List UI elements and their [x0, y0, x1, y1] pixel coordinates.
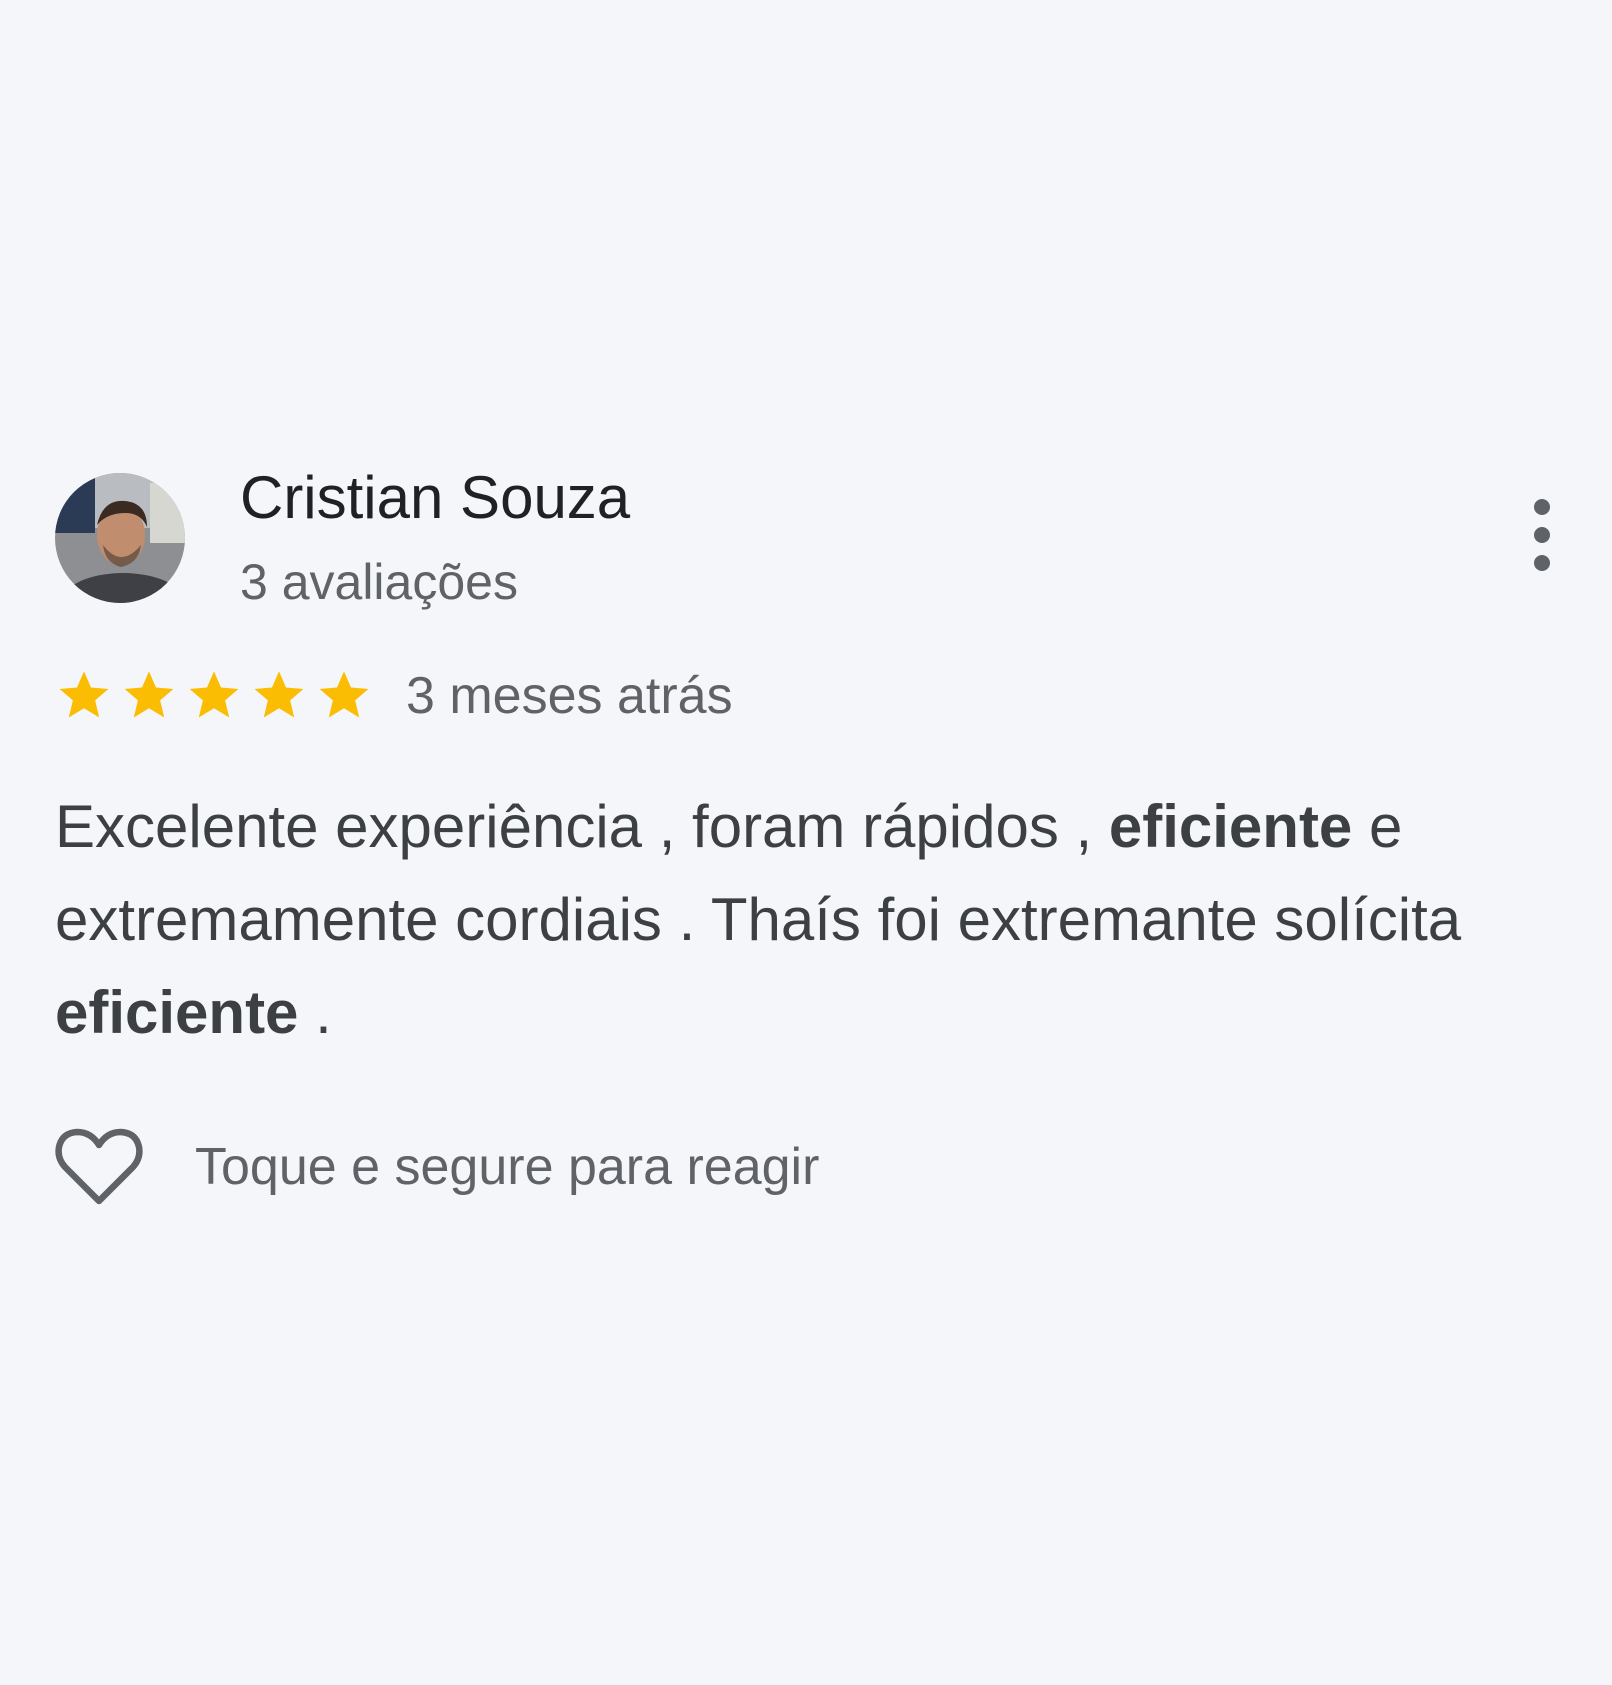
review-text-bold: eficiente	[1108, 793, 1353, 860]
review-card: Cristian Souza 3 avaliações 3 meses atrá…	[0, 0, 1612, 1685]
react-button[interactable]: Toque e segure para reagir	[55, 1122, 819, 1212]
star-icon	[254, 671, 304, 718]
reviewer-review-count[interactable]: 3 avaliações	[240, 552, 518, 612]
review-text-segment: .	[298, 979, 332, 1046]
avatar-photo	[55, 473, 185, 603]
more-vertical-icon	[1534, 499, 1550, 571]
review-date: 3 meses atrás	[406, 667, 733, 725]
review-text-bold: eficiente	[55, 979, 299, 1046]
review-text-segment: e	[1352, 793, 1403, 860]
review-text: Excelente experiência , foram rápidos , …	[55, 780, 1595, 1059]
star-icon	[319, 671, 369, 718]
more-options-button[interactable]	[1520, 492, 1564, 582]
star-icon	[189, 671, 239, 718]
heart-outline-icon	[55, 1128, 143, 1205]
reviewer-name[interactable]: Cristian Souza	[240, 462, 630, 534]
review-text-line-2: extremamente cordiais . Thaís foi extrem…	[55, 886, 1462, 953]
react-label: Toque e segure para reagir	[195, 1138, 820, 1196]
review-text-segment: Excelente experiência , foram rápidos ,	[55, 793, 1109, 860]
review-text-line-3: eficiente .	[55, 966, 1595, 1059]
star-rating	[55, 665, 380, 725]
avatar[interactable]	[55, 473, 185, 603]
star-icon	[124, 671, 174, 718]
review-text-line-1: Excelente experiência , foram rápidos , …	[55, 780, 1595, 873]
star-icon	[59, 671, 109, 718]
